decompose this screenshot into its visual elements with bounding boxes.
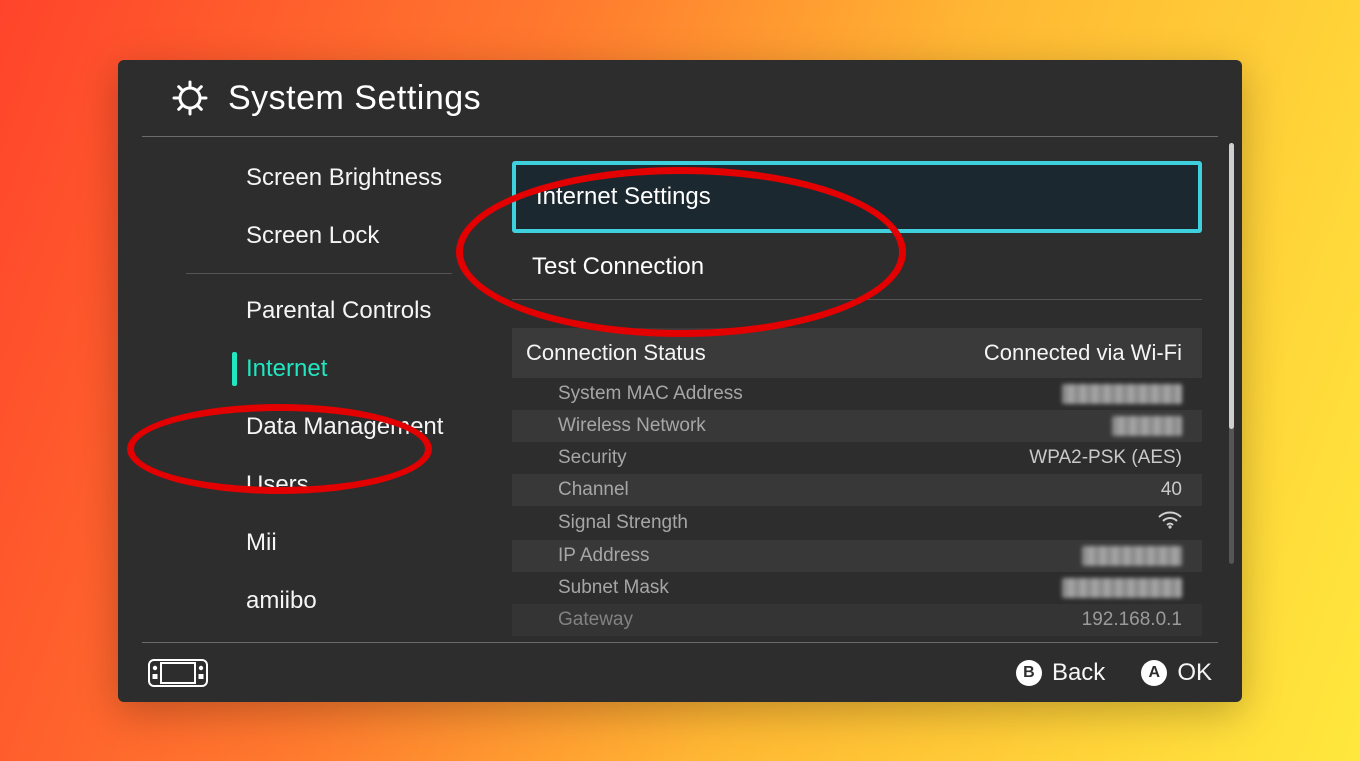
wifi-signal-icon (1158, 511, 1182, 535)
sidebar-item-label: Internet (246, 355, 327, 382)
sidebar-item-label: Screen Lock (246, 222, 379, 249)
option-label: Internet Settings (536, 183, 711, 210)
sidebar-group-system: Parental Controls Internet Data Manageme… (186, 282, 452, 638)
info-row-mac-address: System MAC Address (512, 378, 1202, 410)
connection-status-section: Connection Status Connected via Wi-Fi Sy… (512, 328, 1202, 636)
info-label: Wireless Network (558, 415, 706, 437)
info-value: WPA2-PSK (AES) (1029, 447, 1182, 469)
ok-label: OK (1177, 659, 1212, 687)
footer-bar: B Back A OK (142, 642, 1218, 702)
sidebar-item-parental-controls[interactable]: Parental Controls (186, 282, 452, 340)
info-row-channel: Channel 40 (512, 474, 1202, 506)
panel-header: System Settings (118, 60, 1242, 136)
panel-body: Screen Brightness Screen Lock Parental C… (118, 137, 1242, 642)
sidebar-item-label: Parental Controls (246, 297, 431, 324)
info-label: System MAC Address (558, 383, 743, 405)
info-row-signal-strength: Signal Strength (512, 506, 1202, 540)
connection-status-header: Connection Status Connected via Wi-Fi (512, 328, 1202, 378)
settings-panel: System Settings Screen Brightness Screen… (118, 60, 1242, 702)
scrollbar-thumb[interactable] (1229, 143, 1234, 429)
scrollbar[interactable] (1229, 143, 1234, 564)
info-row-security: Security WPA2-PSK (AES) (512, 442, 1202, 474)
info-label: Signal Strength (558, 512, 688, 534)
sidebar-item-label: Mii (246, 529, 277, 556)
info-value-redacted (1082, 546, 1182, 566)
info-label: Security (558, 447, 627, 469)
sidebar-item-screen-lock[interactable]: Screen Lock (186, 207, 452, 265)
back-button[interactable]: B Back (1016, 659, 1105, 687)
info-label: Gateway (558, 609, 633, 631)
sidebar-item-screen-brightness[interactable]: Screen Brightness (186, 149, 452, 207)
ok-button[interactable]: A OK (1141, 659, 1212, 687)
info-row-gateway: Gateway 192.168.0.1 (512, 604, 1202, 636)
info-row-subnet-mask: Subnet Mask (512, 572, 1202, 604)
sidebar-item-amiibo[interactable]: amiibo (186, 572, 452, 630)
option-label: Test Connection (532, 253, 704, 280)
sidebar-group-display: Screen Brightness Screen Lock (186, 149, 452, 274)
back-label: Back (1052, 659, 1105, 687)
info-value-redacted (1112, 416, 1182, 436)
sidebar-item-label: Data Management (246, 413, 443, 440)
info-row-ip-address: IP Address (512, 540, 1202, 572)
b-button-icon: B (1016, 660, 1042, 686)
gear-icon (170, 78, 210, 118)
sidebar-item-internet[interactable]: Internet (186, 340, 452, 398)
sidebar-item-data-management[interactable]: Data Management (186, 398, 452, 456)
info-value-redacted (1062, 578, 1182, 598)
connection-info-list: System MAC Address Wireless Network Secu… (512, 378, 1202, 636)
status-title: Connection Status (526, 340, 706, 366)
info-label: Channel (558, 479, 629, 501)
sidebar-item-label: Users (246, 471, 309, 498)
a-button-icon: A (1141, 660, 1167, 686)
info-value: 40 (1161, 479, 1182, 501)
sidebar-item-label: amiibo (246, 587, 317, 614)
info-value: 192.168.0.1 (1082, 609, 1182, 631)
sidebar-item-mii[interactable]: Mii (186, 514, 452, 572)
content-pane: Internet Settings Test Connection Connec… (482, 137, 1242, 642)
info-label: IP Address (558, 545, 650, 567)
info-value-redacted (1062, 384, 1182, 404)
page-title: System Settings (228, 79, 481, 118)
sidebar: Screen Brightness Screen Lock Parental C… (142, 137, 482, 642)
sidebar-item-label: Screen Brightness (246, 164, 442, 191)
info-row-wireless-network: Wireless Network (512, 410, 1202, 442)
info-label: Subnet Mask (558, 577, 669, 599)
option-internet-settings[interactable]: Internet Settings (512, 161, 1202, 233)
option-test-connection[interactable]: Test Connection (512, 235, 1202, 300)
handheld-device-icon (148, 659, 208, 687)
sidebar-item-users[interactable]: Users (186, 456, 452, 514)
status-value: Connected via Wi-Fi (984, 340, 1182, 366)
